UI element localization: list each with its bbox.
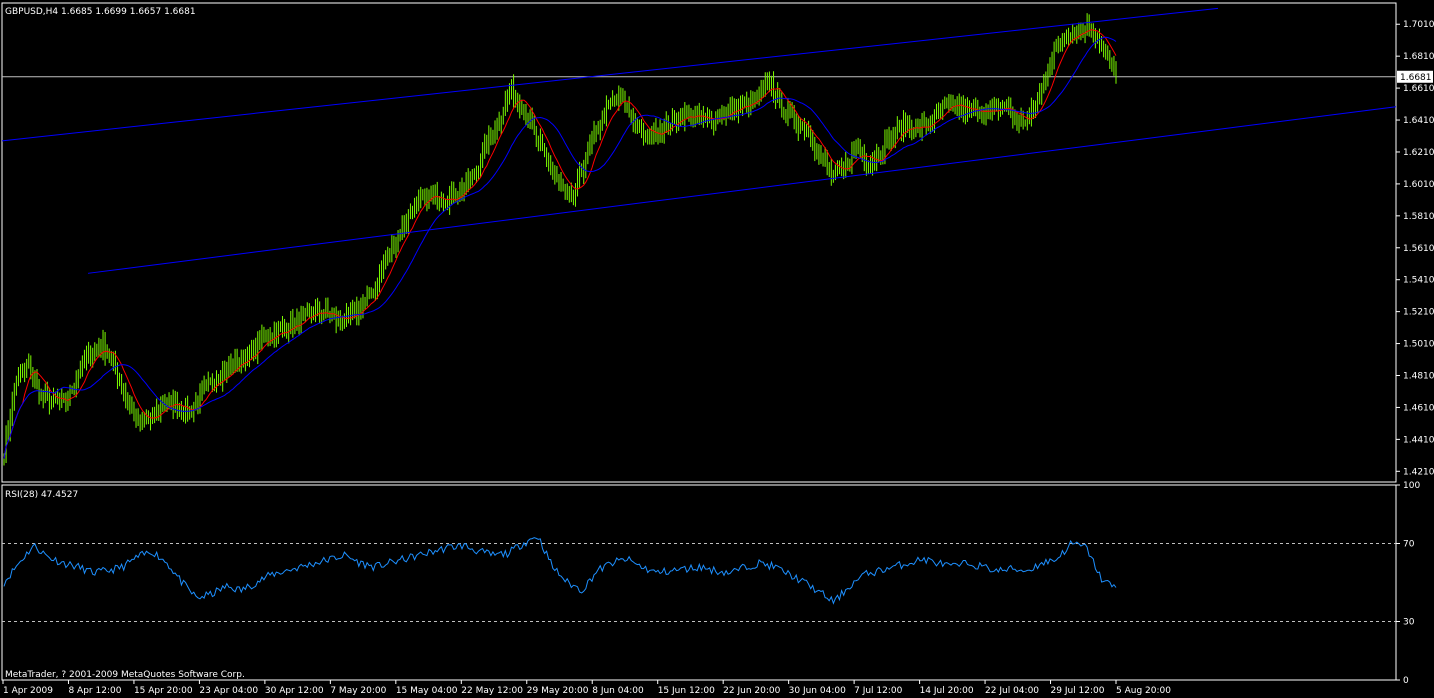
price-tick-label: 1.5210 bbox=[1403, 308, 1434, 318]
time-tick-label: 22 May 12:00 bbox=[461, 686, 523, 696]
price-tick-label: 1.5810 bbox=[1403, 212, 1434, 222]
price-axis: 1.7010 1.6810 1.6610 1.6410 1.6210 1.6010 1.58… bbox=[2, 20, 1434, 477]
time-tick-label: 22 Jul 04:00 bbox=[985, 686, 1039, 696]
rsi-tick-label: 100 bbox=[1403, 481, 1420, 491]
price-tick-label: 1.5010 bbox=[1403, 340, 1434, 350]
price-tick-label: 1.5410 bbox=[1403, 276, 1434, 286]
trading-chart[interactable]: 1.7010 1.6810 1.6610 1.6410 1.6210 1.6010 1.58… bbox=[0, 0, 1434, 698]
time-tick-label: 15 Jun 12:00 bbox=[658, 686, 715, 696]
channel-lower-line bbox=[87, 106, 1397, 274]
rsi-line bbox=[3, 537, 1117, 605]
price-tick-label: 1.4410 bbox=[1403, 435, 1434, 445]
time-tick-label: 29 May 20:00 bbox=[527, 686, 589, 696]
time-tick-label: 7 Jul 12:00 bbox=[854, 686, 903, 696]
trend-channel[interactable] bbox=[1, 7, 1397, 274]
time-tick-label: 22 Jun 20:00 bbox=[723, 686, 780, 696]
copyright-footer: MetaTrader, ? 2001-2009 MetaQuotes Softw… bbox=[5, 670, 245, 680]
rsi-panel[interactable]: 100 70 30 0 bbox=[2, 481, 1420, 686]
price-tick-label: 1.6610 bbox=[1403, 84, 1434, 94]
price-tick-label: 1.4610 bbox=[1403, 403, 1434, 413]
time-tick-label: 8 Jun 04:00 bbox=[592, 686, 644, 696]
time-tick-label: 30 Jun 04:00 bbox=[789, 686, 846, 696]
price-tick-label: 1.7010 bbox=[1403, 20, 1434, 30]
price-tick-label: 1.6410 bbox=[1403, 116, 1434, 126]
time-tick-label: 1 Apr 2009 bbox=[3, 686, 53, 696]
price-tick-label: 1.6810 bbox=[1403, 52, 1434, 62]
time-tick-label: 8 Apr 12:00 bbox=[68, 686, 121, 696]
rsi-tick-label: 70 bbox=[1403, 540, 1415, 550]
main-pane-border bbox=[1, 2, 1397, 483]
price-tick-label: 1.6010 bbox=[1403, 180, 1434, 190]
chart-header: GBPUSD,H4 1.6685 1.6699 1.6657 1.6681 bbox=[5, 7, 196, 17]
time-tick-label: 15 May 04:00 bbox=[396, 686, 458, 696]
rsi-pane-border bbox=[1, 484, 1397, 681]
time-tick-label: 23 Apr 04:00 bbox=[199, 686, 258, 696]
time-axis: 1 Apr 2009 8 Apr 12:00 15 Apr 20:00 23 Apr … bbox=[2, 680, 1171, 696]
price-bars[interactable] bbox=[3, 13, 1117, 466]
rsi-header: RSI(28) 47.4527 bbox=[5, 490, 78, 500]
time-tick-label: 7 May 20:00 bbox=[330, 686, 386, 696]
price-tick-label: 1.4810 bbox=[1403, 372, 1434, 382]
time-tick-label: 29 Jul 12:00 bbox=[1051, 686, 1105, 696]
rsi-tick-label: 30 bbox=[1403, 618, 1415, 628]
current-price-label: 1.6681 bbox=[1400, 73, 1432, 83]
price-tick-label: 1.6210 bbox=[1403, 148, 1434, 158]
time-tick-label: 14 Jul 20:00 bbox=[920, 686, 974, 696]
time-tick-label: 15 Apr 20:00 bbox=[134, 686, 193, 696]
rsi-tick-label: 0 bbox=[1403, 676, 1409, 686]
time-tick-label: 5 Aug 20:00 bbox=[1116, 686, 1171, 696]
price-tick-label: 1.4210 bbox=[1403, 467, 1434, 477]
price-tick-label: 1.5610 bbox=[1403, 244, 1434, 254]
time-tick-label: 30 Apr 12:00 bbox=[265, 686, 324, 696]
